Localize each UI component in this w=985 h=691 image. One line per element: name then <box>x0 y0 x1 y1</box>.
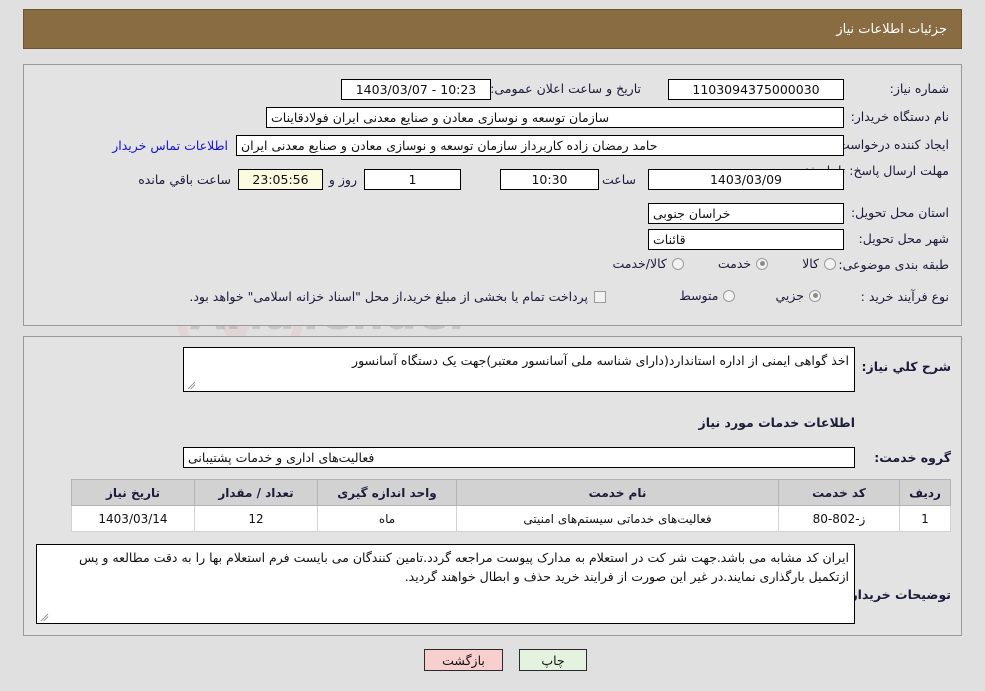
deadline-label-row: مهلت ارسال پاسخ: تا تاریخ: <box>805 159 949 181</box>
cell-need-date: 1403/03/14 <box>71 505 195 532</box>
page-header: جزئیات اطلاعات نیاز <box>23 9 962 49</box>
radio-icon-kala[interactable] <box>824 257 836 270</box>
th-index: ردیف <box>899 479 951 506</box>
th-quantity: تعداد / مقدار <box>194 479 318 506</box>
resize-grip-icon-notes[interactable] <box>40 613 49 622</box>
process-label: نوع فرآیند خرید : <box>860 289 949 304</box>
buyer-notes-label: توضیحات خریدار: <box>845 587 951 602</box>
general-description-text: اخذ گواهی ایمنی از اداره استاندارد(دارای… <box>352 353 849 368</box>
category-option-kala[interactable]: کالا <box>802 256 836 271</box>
deadline-date-value: 1403/03/09 <box>648 169 844 190</box>
need-details-panel: شماره نیاز: 1103094375000030 تاریخ و ساع… <box>23 64 962 326</box>
process-option-jozi[interactable]: جزیي <box>775 288 821 303</box>
countdown-label: ساعت باقي مانده <box>138 172 231 187</box>
category-label: طبقه بندی موضوعی: <box>838 257 949 272</box>
countdown-value: 23:05:56 <box>238 169 323 190</box>
process-option-motavaset[interactable]: متوسط <box>679 288 736 303</box>
province-value: خراسان جنوبی <box>648 203 844 224</box>
need-number-value: 1103094375000030 <box>668 79 844 100</box>
radio-icon-jozi[interactable] <box>809 289 821 302</box>
services-table: ردیف کد خدمت نام خدمت واحد اندازه گیری ت… <box>71 479 951 532</box>
category-row: طبقه بندی موضوعی: <box>838 257 949 272</box>
page-title: جزئیات اطلاعات نیاز <box>836 21 947 37</box>
process-option-motavaset-label: متوسط <box>679 288 719 303</box>
radio-icon-motavaset[interactable] <box>723 289 736 302</box>
category-radio-group: کالا خدمت کالا/خدمت <box>612 256 836 271</box>
table-header-row: ردیف کد خدمت نام خدمت واحد اندازه گیری ت… <box>71 479 951 506</box>
service-group-label: گروه خدمت: <box>874 450 951 465</box>
services-heading: اطلاعات خدمات مورد نیاز <box>698 415 856 430</box>
city-value: قائنات <box>648 229 844 250</box>
table-row: 1 ز-802-80 فعالیت‌های خدماتی سیستم‌های ا… <box>71 505 951 532</box>
announce-date-row: تاریخ و ساعت اعلان عمومی: <box>490 81 641 96</box>
print-button[interactable]: چاپ <box>519 649 587 671</box>
remaining-days-value: 1 <box>364 169 461 190</box>
treasury-checkbox-group[interactable]: پرداخت تمام یا بخشی از مبلغ خرید،از محل … <box>189 289 606 304</box>
radio-icon-kala-khedmat[interactable] <box>671 257 684 270</box>
general-description-value[interactable]: اخذ گواهی ایمنی از اداره استاندارد(دارای… <box>183 347 855 392</box>
th-service-code: کد خدمت <box>778 479 900 506</box>
services-panel: شرح كلي نياز: اخذ گواهی ایمنی از اداره ا… <box>23 336 962 636</box>
cell-service-name: فعالیت‌های خدماتی سیستم‌های امنیتی <box>456 505 779 532</box>
creator-row: ایجاد کننده درخواست: <box>834 137 949 152</box>
general-description-label: شرح كلي نياز: <box>861 359 951 374</box>
process-radio-group: جزیي متوسط <box>679 288 821 303</box>
buyer-notes-text: ایران کد مشابه می باشد.جهت شر کت در استع… <box>78 550 849 585</box>
buyer-org-label: نام دستگاه خریدار: <box>850 109 949 124</box>
service-group-value: فعالیت‌های اداری و خدمات پشتیبانی <box>183 447 855 468</box>
buyer-contact-link[interactable]: اطلاعات تماس خریدار <box>112 138 228 153</box>
checkbox-icon-treasury[interactable] <box>594 290 606 303</box>
th-service-name: نام خدمت <box>456 479 779 506</box>
radio-icon-khedmat[interactable] <box>756 257 769 270</box>
th-need-date: تاریخ نیاز <box>71 479 195 506</box>
remaining-days-label: روز و <box>328 172 357 187</box>
buyer-org-value: سازمان توسعه و نوسازی معادن و صنایع معدن… <box>266 107 844 128</box>
province-label: استان محل تحویل: <box>850 205 949 220</box>
category-option-kala-khedmat[interactable]: کالا/خدمت <box>612 256 684 271</box>
announce-date-value: 1403/03/07 - 10:23 <box>341 79 491 100</box>
creator-label: ایجاد کننده درخواست: <box>833 137 949 152</box>
cell-service-code: ز-802-80 <box>778 505 900 532</box>
city-row: شهر محل تحویل: <box>859 231 949 246</box>
announce-date-label: تاریخ و ساعت اعلان عمومی: <box>490 81 641 96</box>
process-row: نوع فرآیند خرید : <box>861 289 949 304</box>
province-row: استان محل تحویل: <box>851 205 949 220</box>
category-option-khedmat-label: خدمت <box>717 256 752 271</box>
th-unit: واحد اندازه گیری <box>317 479 457 506</box>
treasury-checkbox-label: پرداخت تمام یا بخشی از مبلغ خرید،از محل … <box>189 289 588 304</box>
city-label: شهر محل تحویل: <box>858 231 949 246</box>
creator-value: حامد رمضان زاده کاربرداز سازمان توسعه و … <box>236 135 844 156</box>
cell-index: 1 <box>899 505 951 532</box>
process-option-jozi-label: جزیي <box>775 288 804 303</box>
deadline-time-value: 10:30 <box>500 169 599 190</box>
deadline-time-label: ساعت <box>601 172 636 187</box>
cell-quantity: 12 <box>194 505 318 532</box>
cell-unit: ماه <box>317 505 457 532</box>
resize-grip-icon[interactable] <box>187 381 196 390</box>
need-number-row: شماره نیاز: <box>890 81 949 96</box>
buyer-org-row: نام دستگاه خریدار: <box>851 109 949 124</box>
buyer-notes-value[interactable]: ایران کد مشابه می باشد.جهت شر کت در استع… <box>36 544 855 624</box>
back-button[interactable]: بازگشت <box>424 649 503 671</box>
category-option-khedmat[interactable]: خدمت <box>717 256 769 271</box>
category-option-kala-khedmat-label: کالا/خدمت <box>612 256 667 271</box>
category-option-kala-label: کالا <box>802 256 819 271</box>
need-number-label: شماره نیاز: <box>889 81 949 96</box>
